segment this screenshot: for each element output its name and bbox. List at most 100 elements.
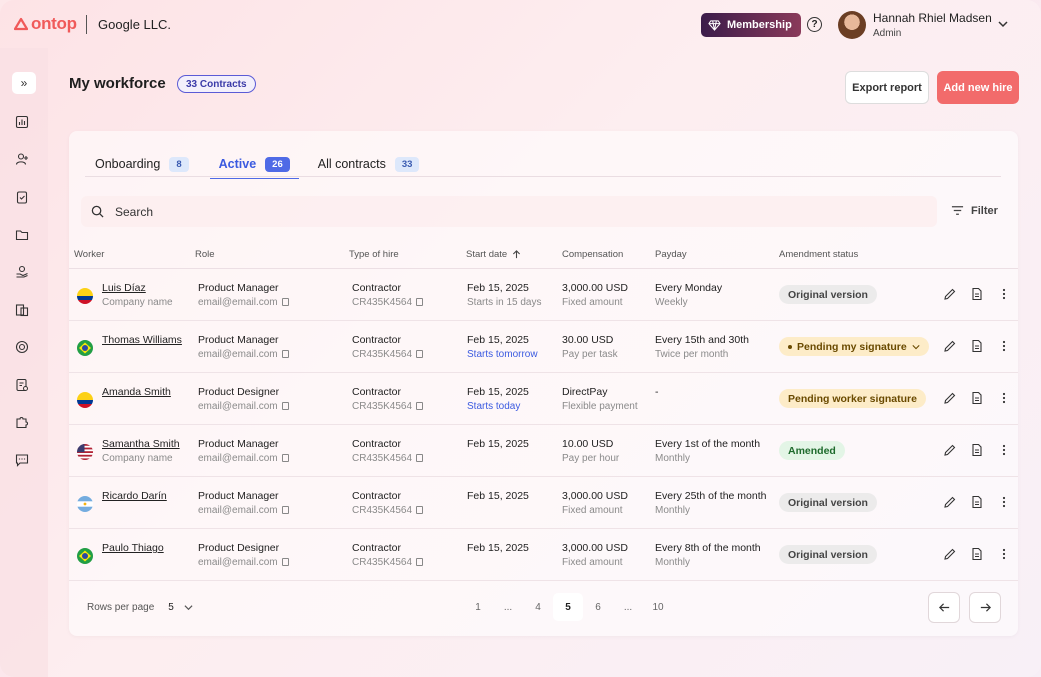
more-options-icon[interactable] [997, 443, 1011, 457]
copy-icon[interactable] [416, 454, 424, 462]
add-user-icon[interactable] [14, 151, 30, 167]
worker-name-link[interactable]: Thomas Williams [102, 334, 182, 346]
clipboard-check-icon[interactable] [14, 189, 30, 205]
more-options-icon[interactable] [997, 391, 1011, 405]
ontop-logo[interactable]: ontop [14, 14, 77, 34]
edit-pencil-icon[interactable] [943, 495, 957, 509]
add-new-hire-button[interactable]: Add new hire [937, 71, 1019, 104]
copy-icon[interactable] [416, 350, 424, 358]
copy-icon[interactable] [281, 402, 289, 410]
membership-button[interactable]: Membership [701, 13, 801, 37]
table-row[interactable]: Samantha Smith Company name Product Manage… [69, 425, 1018, 477]
edit-pencil-icon[interactable] [943, 443, 957, 457]
logo-mark-icon [14, 17, 28, 31]
copy-icon[interactable] [281, 558, 289, 566]
edit-pencil-icon[interactable] [943, 547, 957, 561]
role: Product Designer [198, 386, 280, 398]
edit-pencil-icon[interactable] [943, 339, 957, 353]
contracts-count-badge: 33 Contracts [177, 75, 256, 93]
folder-icon[interactable] [14, 227, 30, 243]
copy-icon[interactable] [281, 350, 289, 358]
expand-sidebar-icon[interactable]: » [12, 72, 36, 94]
table-row[interactable]: Paulo Thiago Product Designer email@email.… [69, 529, 1018, 581]
analytics-icon[interactable] [14, 114, 30, 130]
amendment-status-badge: Original version [779, 285, 877, 304]
ledger-icon[interactable] [14, 302, 30, 318]
contract-id-text: CR435K4564 [352, 557, 413, 568]
copy-icon[interactable] [416, 402, 424, 410]
chat-icon[interactable] [14, 452, 30, 468]
amendment-status-badge: Original version [779, 493, 877, 512]
page-number[interactable]: 5 [553, 593, 583, 621]
copy-icon[interactable] [281, 298, 289, 306]
more-options-icon[interactable] [997, 287, 1011, 301]
previous-page-button[interactable] [928, 592, 960, 623]
help-icon[interactable]: ? [807, 17, 822, 32]
status-label: Original version [788, 496, 868, 509]
email-text: email@email.com [198, 401, 278, 412]
avatar[interactable] [838, 11, 866, 39]
document-icon[interactable] [970, 495, 984, 509]
table-row[interactable]: Thomas Williams Product Manager email@emai… [69, 321, 1018, 373]
worker-name-link[interactable]: Paulo Thiago [102, 542, 164, 554]
app-window: ontop Google LLC. Membership ? Hannah Rh… [0, 0, 1041, 677]
document-icon[interactable] [970, 287, 984, 301]
document-icon[interactable] [970, 547, 984, 561]
puzzle-icon[interactable] [14, 414, 30, 430]
edit-pencil-icon[interactable] [943, 287, 957, 301]
export-report-button[interactable]: Export report [845, 71, 929, 104]
pagination-ellipsis: ... [503, 601, 513, 613]
amendment-status-badge: Original version [779, 545, 877, 564]
table-row[interactable]: Luis Díaz Company name Product Manager emai… [69, 269, 1018, 321]
table-row[interactable]: Amanda Smith Product Designer email@email.… [69, 373, 1018, 425]
amendment-status-badge[interactable]: Pending my signature [779, 337, 929, 356]
tab-all-contracts[interactable]: All contracts 33 [318, 150, 420, 178]
tab-active[interactable]: Active 26 [209, 150, 299, 179]
document-icon[interactable] [970, 339, 984, 353]
payments-hand-icon[interactable] [14, 264, 30, 280]
worker-name-link[interactable]: Ricardo Darín [102, 490, 167, 502]
more-options-icon[interactable] [997, 547, 1011, 561]
page-number[interactable]: 10 [643, 593, 673, 621]
colombia-flag-icon [77, 392, 93, 408]
worker-name-link[interactable]: Amanda Smith [102, 386, 171, 398]
filter-button[interactable]: Filter [951, 204, 998, 217]
user-name[interactable]: Hannah Rhiel Madsen [873, 11, 992, 25]
support-icon[interactable] [14, 339, 30, 355]
start-date: Feb 15, 2025 [467, 334, 529, 346]
colombia-flag-icon [77, 288, 93, 304]
next-page-button[interactable] [969, 592, 1001, 623]
rows-per-page-select[interactable]: 5 [168, 602, 193, 613]
column-header-start-date[interactable]: Start date [466, 249, 521, 260]
copy-icon[interactable] [416, 506, 424, 514]
copy-icon[interactable] [416, 558, 424, 566]
edit-pencil-icon[interactable] [943, 391, 957, 405]
search-input[interactable] [115, 204, 815, 219]
chevron-down-icon[interactable] [998, 19, 1008, 32]
worker-name-link[interactable]: Luis Díaz [102, 282, 146, 294]
tab-onboarding[interactable]: Onboarding 8 [95, 150, 189, 178]
more-options-icon[interactable] [997, 495, 1011, 509]
copy-icon[interactable] [416, 298, 424, 306]
column-header-amendment: Amendment status [779, 249, 859, 260]
email: email@email.com [198, 401, 289, 412]
search-icon [91, 205, 104, 218]
email: email@email.com [198, 349, 289, 360]
more-options-icon[interactable] [997, 339, 1011, 353]
table-row[interactable]: Ricardo Darín Product Manager email@email.… [69, 477, 1018, 529]
document-icon[interactable] [970, 443, 984, 457]
compensation: 3,000.00 USD [562, 542, 628, 554]
document-icon[interactable] [970, 391, 984, 405]
email: email@email.com [198, 297, 289, 308]
contract-id-text: CR435K4564 [352, 401, 413, 412]
document-settings-icon[interactable] [14, 377, 30, 393]
worker-name-link[interactable]: Samantha Smith [102, 438, 180, 450]
email-text: email@email.com [198, 505, 278, 516]
copy-icon[interactable] [281, 454, 289, 462]
page-number[interactable]: 4 [523, 593, 553, 621]
copy-icon[interactable] [281, 506, 289, 514]
hire-type: Contractor [352, 386, 402, 398]
page-number[interactable]: 1 [463, 593, 493, 621]
page-number[interactable]: 6 [583, 593, 613, 621]
compensation-note: Fixed amount [562, 297, 623, 308]
